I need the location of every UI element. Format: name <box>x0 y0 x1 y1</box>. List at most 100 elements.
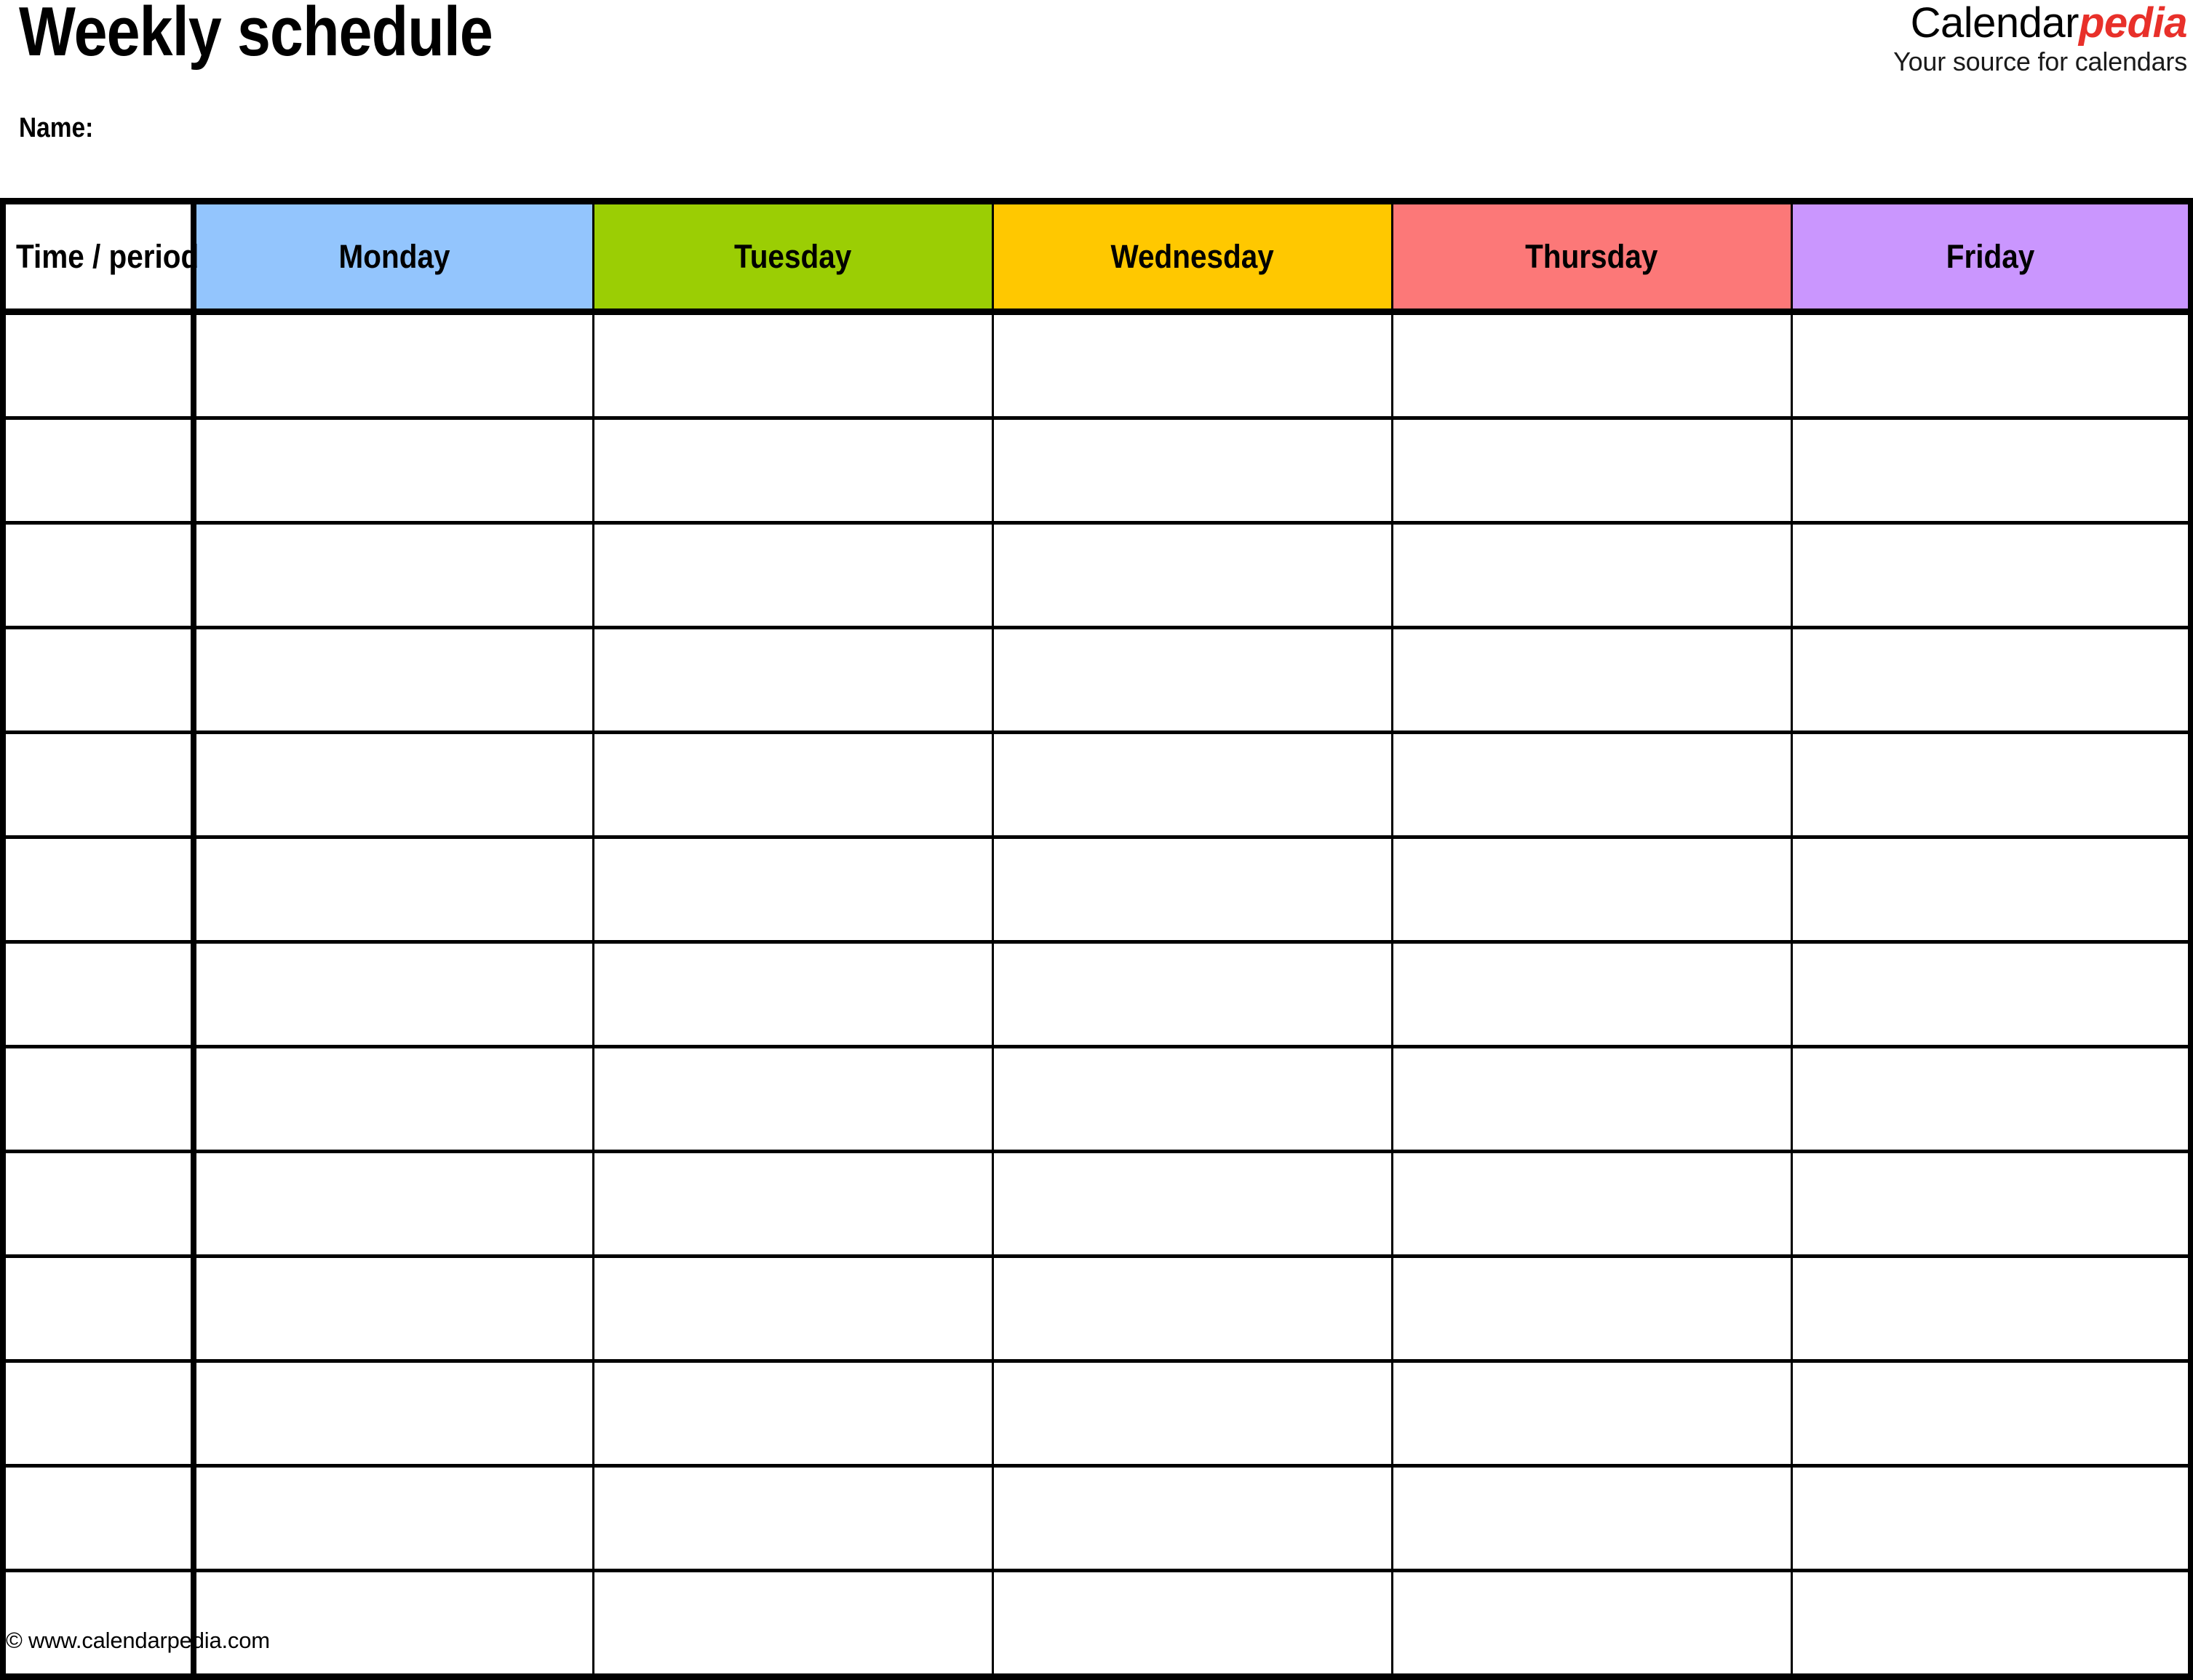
cell-tuesday[interactable] <box>592 940 994 1048</box>
schedule-table-container: Time / period Monday Tuesday Wednesday T… <box>0 198 2193 1680</box>
cell-time[interactable] <box>0 1045 196 1153</box>
cell-tuesday[interactable] <box>592 626 994 734</box>
cell-wednesday[interactable] <box>991 1569 1393 1680</box>
cell-wednesday[interactable] <box>991 416 1393 525</box>
cell-monday[interactable] <box>192 1150 594 1258</box>
cell-friday[interactable] <box>1790 1254 2193 1363</box>
cell-time[interactable] <box>0 730 196 839</box>
cell-monday[interactable] <box>192 310 594 420</box>
column-header-monday-label: Monday <box>338 237 450 275</box>
cell-monday[interactable] <box>192 730 594 839</box>
cell-time[interactable] <box>0 1569 196 1680</box>
cell-tuesday[interactable] <box>592 1569 994 1680</box>
cell-thursday[interactable] <box>1390 835 1793 944</box>
cell-tuesday[interactable] <box>592 521 994 629</box>
cell-wednesday[interactable] <box>991 1464 1393 1572</box>
cell-time[interactable] <box>0 1464 196 1572</box>
cell-thursday[interactable] <box>1390 1359 1793 1468</box>
table-row <box>0 521 2193 629</box>
column-header-time-label: Time / period <box>15 237 199 275</box>
cell-thursday[interactable] <box>1390 416 1793 525</box>
cell-time[interactable] <box>0 1150 196 1258</box>
cell-wednesday[interactable] <box>991 1150 1393 1258</box>
cell-thursday[interactable] <box>1390 1254 1793 1363</box>
table-row <box>0 1464 2193 1572</box>
cell-monday[interactable] <box>192 521 594 629</box>
cell-wednesday[interactable] <box>991 626 1393 734</box>
cell-tuesday[interactable] <box>592 1464 994 1572</box>
cell-tuesday[interactable] <box>592 730 994 839</box>
cell-wednesday[interactable] <box>991 1045 1393 1153</box>
document-header: Weekly schedule Name: Calendarpedia Your… <box>0 0 2193 198</box>
cell-friday[interactable] <box>1790 835 2193 944</box>
cell-tuesday[interactable] <box>592 1359 994 1468</box>
cell-thursday[interactable] <box>1390 310 1793 420</box>
weekly-schedule-table: Time / period Monday Tuesday Wednesday T… <box>0 198 2193 1680</box>
brand-tagline: Your source for calendars <box>1893 47 2187 77</box>
cell-thursday[interactable] <box>1390 940 1793 1048</box>
cell-tuesday[interactable] <box>592 310 994 420</box>
cell-time[interactable] <box>0 1254 196 1363</box>
table-row <box>0 1569 2193 1680</box>
column-header-time: Time / period <box>0 198 199 315</box>
cell-time[interactable] <box>0 940 196 1048</box>
cell-friday[interactable] <box>1790 940 2193 1048</box>
cell-time[interactable] <box>0 626 196 734</box>
column-header-wednesday: Wednesday <box>991 198 1393 315</box>
cell-monday[interactable] <box>192 1464 594 1572</box>
cell-friday[interactable] <box>1790 1569 2193 1680</box>
cell-tuesday[interactable] <box>592 416 994 525</box>
cell-wednesday[interactable] <box>991 940 1393 1048</box>
cell-tuesday[interactable] <box>592 1150 994 1258</box>
cell-monday[interactable] <box>192 1359 594 1468</box>
cell-thursday[interactable] <box>1390 521 1793 629</box>
cell-thursday[interactable] <box>1390 1569 1793 1680</box>
cell-time[interactable] <box>0 835 196 944</box>
cell-friday[interactable] <box>1790 416 2193 525</box>
calendarpedia-logo[interactable]: Calendarpedia Your source for calendars <box>1893 1 2187 75</box>
page-title: Weekly schedule <box>19 0 493 71</box>
cell-wednesday[interactable] <box>991 1254 1393 1363</box>
cell-monday[interactable] <box>192 835 594 944</box>
cell-friday[interactable] <box>1790 1359 2193 1468</box>
cell-wednesday[interactable] <box>991 1359 1393 1468</box>
cell-thursday[interactable] <box>1390 1045 1793 1153</box>
cell-monday[interactable] <box>192 1254 594 1363</box>
cell-friday[interactable] <box>1790 310 2193 420</box>
cell-tuesday[interactable] <box>592 835 994 944</box>
table-row <box>0 1254 2193 1363</box>
column-header-wednesday-label: Wednesday <box>1110 237 1274 275</box>
cell-monday[interactable] <box>192 1045 594 1153</box>
cell-time[interactable] <box>0 521 196 629</box>
cell-thursday[interactable] <box>1390 1150 1793 1258</box>
cell-friday[interactable] <box>1790 1045 2193 1153</box>
cell-monday[interactable] <box>192 940 594 1048</box>
table-row <box>0 1045 2193 1153</box>
footer-copyright: © www.calendarpedia.com <box>6 1628 270 1653</box>
cell-thursday[interactable] <box>1390 1464 1793 1572</box>
cell-time[interactable] <box>0 1359 196 1468</box>
cell-time[interactable] <box>0 416 196 525</box>
cell-tuesday[interactable] <box>592 1254 994 1363</box>
brand-wordmark: Calendarpedia <box>1893 1 2188 44</box>
cell-friday[interactable] <box>1790 521 2193 629</box>
cell-monday[interactable] <box>192 626 594 734</box>
cell-wednesday[interactable] <box>991 730 1393 839</box>
cell-monday[interactable] <box>192 1569 594 1680</box>
cell-time[interactable] <box>0 310 196 420</box>
cell-wednesday[interactable] <box>991 835 1393 944</box>
cell-friday[interactable] <box>1790 1464 2193 1572</box>
cell-friday[interactable] <box>1790 730 2193 839</box>
table-row <box>0 940 2193 1048</box>
column-header-friday: Friday <box>1790 198 2193 315</box>
cell-tuesday[interactable] <box>592 1045 994 1153</box>
cell-wednesday[interactable] <box>991 310 1393 420</box>
cell-friday[interactable] <box>1790 626 2193 734</box>
cell-friday[interactable] <box>1790 1150 2193 1258</box>
cell-wednesday[interactable] <box>991 521 1393 629</box>
cell-thursday[interactable] <box>1390 626 1793 734</box>
column-header-friday-label: Friday <box>1946 237 2035 275</box>
cell-monday[interactable] <box>192 416 594 525</box>
column-header-thursday-label: Thursday <box>1525 237 1658 275</box>
cell-thursday[interactable] <box>1390 730 1793 839</box>
